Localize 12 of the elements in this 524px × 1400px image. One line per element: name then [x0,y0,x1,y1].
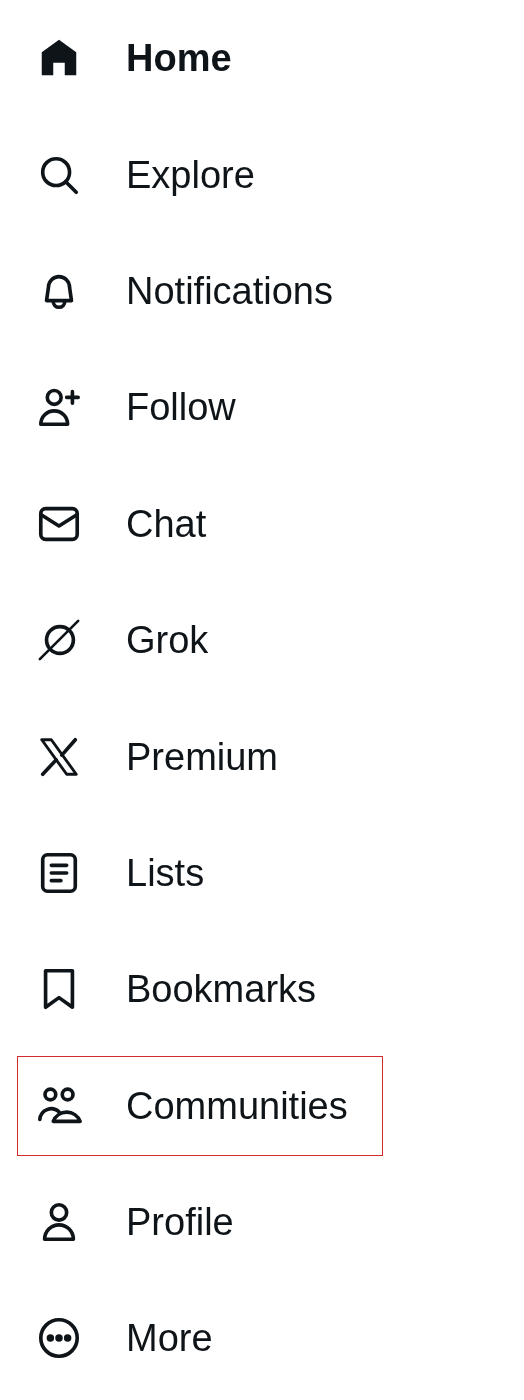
nav-item[interactable]: Profile [17,1172,269,1273]
nav-item[interactable]: Communities [17,1055,383,1156]
nav-item[interactable]: Lists [17,822,240,923]
nav-item[interactable]: Follow [17,357,271,458]
nav-item[interactable]: Chat [17,473,242,574]
nav-item[interactable]: Home [17,8,267,109]
nav-item[interactable]: Bookmarks [17,939,352,1040]
nav-item[interactable]: Explore [17,124,290,225]
nav-item[interactable]: Premium [17,706,314,807]
nav-item[interactable]: Grok [17,590,244,691]
nav-item[interactable]: Notifications [17,240,368,341]
nav-item[interactable]: More [17,1288,248,1389]
